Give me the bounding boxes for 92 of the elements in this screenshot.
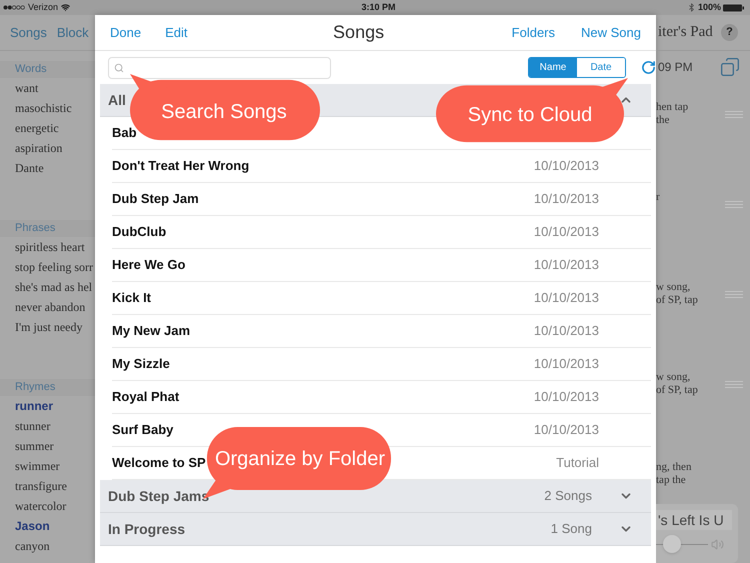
note-text: of SP, tap — [656, 294, 699, 307]
song-date: 10/10/2013 — [534, 322, 599, 340]
folder-name: All — [108, 90, 126, 110]
note-text: w song, — [656, 371, 692, 384]
song-title: Don't Treat Her Wrong — [112, 157, 250, 176]
speaker-icon — [711, 538, 724, 550]
folder-name: In Progress — [108, 520, 186, 539]
list-item[interactable]: stunner — [15, 417, 50, 435]
song-date: 10/10/2013 — [534, 388, 599, 406]
song-count: 1 Song — [550, 520, 592, 538]
list-item[interactable]: energetic — [15, 119, 59, 137]
app-title: iter's Pad — [658, 23, 713, 42]
nav-button[interactable]: New Song — [581, 22, 641, 42]
nav-button[interactable]: Done — [110, 22, 142, 42]
help-button[interactable]: ? — [721, 24, 738, 41]
nav-button[interactable]: Folders — [512, 22, 556, 42]
wifi-icon — [61, 3, 70, 12]
battery-percent: 100% — [698, 0, 721, 14]
section-header: Phrases — [15, 221, 56, 236]
song-date: 10/10/2013 — [534, 157, 599, 176]
drag-handle-icon[interactable] — [725, 201, 743, 208]
note-text: of SP, tap — [656, 384, 699, 397]
list-item[interactable]: spiritless heart — [15, 238, 85, 256]
song-title: Kick It — [112, 289, 152, 308]
list-item[interactable]: masochistic — [15, 99, 72, 117]
note-text: tap the — [656, 474, 687, 487]
nav-button[interactable]: Edit — [165, 22, 188, 42]
copy-icon[interactable] — [720, 57, 740, 77]
search-field[interactable] — [108, 56, 331, 78]
song-title: Surf Baby — [112, 421, 174, 440]
song-title: Dub Step Jam — [112, 190, 199, 208]
volume-slider[interactable] — [656, 535, 708, 553]
song-row[interactable]: My New Jam 10/10/2013 — [112, 315, 651, 348]
song-date: 10/10/2013 — [534, 355, 599, 374]
note-text: ng, then — [656, 461, 692, 474]
section-header: Words — [15, 62, 47, 78]
song-title: Bab — [112, 124, 137, 142]
song-date: Tutorial — [556, 454, 599, 472]
list-item[interactable]: Jason — [15, 517, 50, 535]
list-item[interactable]: transfigure — [15, 477, 67, 495]
song-title: DubClub — [112, 223, 166, 242]
song-row[interactable]: Kick It 10/10/2013 — [112, 282, 651, 315]
note-text: r — [656, 191, 661, 204]
song-title: Welcome to SP — [112, 454, 206, 472]
drag-handle-icon[interactable] — [725, 291, 743, 298]
song-title: Here We Go — [112, 256, 186, 274]
list-item[interactable]: she's mad as hel — [15, 278, 92, 296]
song-date: 10/10/2013 — [534, 256, 599, 274]
section-header: Rhymes — [15, 380, 56, 396]
note-text: hen tap — [656, 101, 690, 114]
sort-tab[interactable]: Name — [529, 58, 577, 77]
list-item[interactable]: never abandon — [15, 298, 86, 316]
song-row[interactable]: Royal Phat 10/10/2013 — [112, 381, 651, 414]
note-text: w song, — [656, 281, 692, 294]
song-row[interactable]: DubClub 10/10/2013 — [112, 216, 651, 249]
signal-icon — [3, 5, 25, 10]
title-field[interactable]: 's Left Is U — [656, 510, 732, 530]
list-item[interactable]: watercolor — [15, 497, 66, 515]
list-item[interactable]: Dante — [15, 159, 44, 177]
song-date: 10/10/2013 — [534, 223, 599, 242]
time-text: 09 PM — [658, 59, 693, 76]
list-item[interactable]: canyon — [15, 537, 50, 555]
song-date: 10/10/2013 — [534, 289, 599, 308]
song-date: 10/10/2013 — [534, 190, 599, 208]
bluetooth-icon — [686, 3, 696, 12]
clock-time: 3:10 PM — [361, 0, 396, 14]
battery-icon — [723, 4, 745, 12]
callout-tooltip: Sync to Cloud — [436, 78, 628, 144]
song-date: 10/10/2013 — [534, 421, 599, 440]
note-text: the — [656, 114, 670, 127]
folder-row[interactable]: In Progress 1 Song — [100, 513, 651, 546]
list-item[interactable]: I'm just needy — [15, 318, 82, 336]
carrier-name: Verizon — [28, 0, 58, 14]
list-item[interactable]: swimmer — [15, 457, 60, 475]
search-icon — [114, 62, 124, 72]
drag-handle-icon[interactable] — [725, 111, 743, 118]
sync-icon[interactable] — [641, 60, 656, 75]
song-row[interactable]: Don't Treat Her Wrong 10/10/2013 — [112, 150, 651, 183]
song-row[interactable]: Dub Step Jam 10/10/2013 — [112, 183, 651, 216]
list-item[interactable]: aspiration — [15, 139, 62, 157]
song-count: 2 Songs — [544, 487, 592, 506]
song-title: My New Jam — [112, 322, 190, 340]
list-item[interactable]: summer — [15, 437, 54, 455]
list-item[interactable]: stop feeling sorr — [15, 258, 93, 276]
panel-title: Songs — [333, 21, 384, 44]
song-row[interactable]: My Sizzle 10/10/2013 — [112, 348, 651, 381]
drag-handle-icon[interactable] — [725, 381, 743, 388]
list-item[interactable]: runner — [15, 397, 54, 415]
song-title: My Sizzle — [112, 355, 170, 374]
song-row[interactable]: Here We Go 10/10/2013 — [112, 249, 651, 282]
list-item[interactable]: want — [15, 79, 38, 97]
song-title: Royal Phat — [112, 388, 180, 406]
